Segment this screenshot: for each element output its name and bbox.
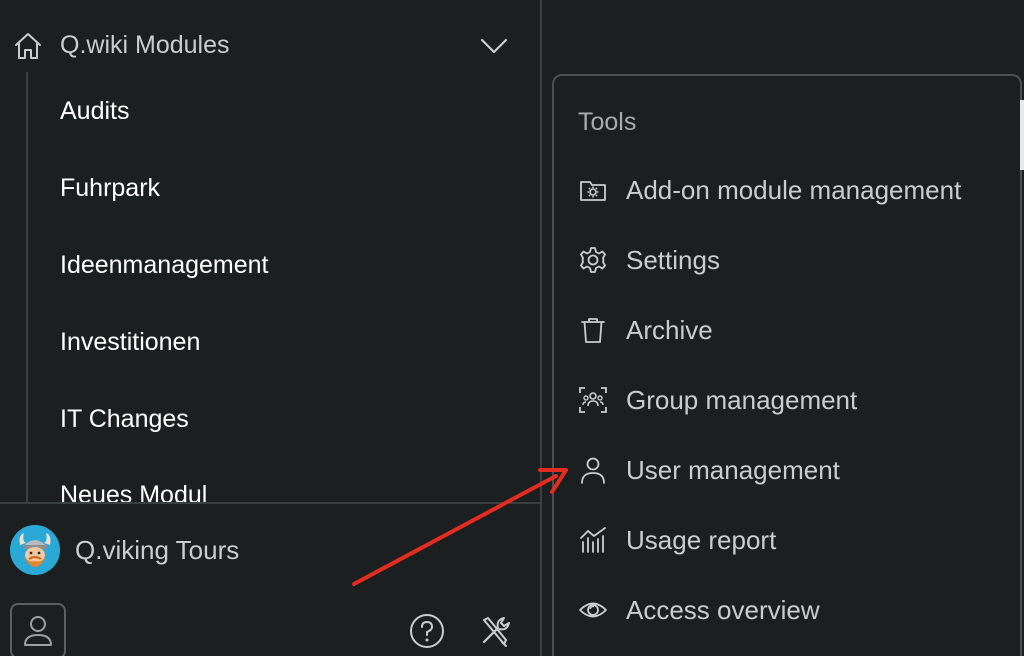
module-item-neues-modul[interactable]: Neues Modul: [60, 478, 207, 502]
gear-icon: [580, 247, 606, 273]
group-icon: [579, 387, 607, 413]
sidebar: Q.wiki Modules Audits Fuhrpark Ideenmana…: [0, 0, 540, 656]
trash-icon: [581, 318, 605, 343]
tools-icon[interactable]: [476, 612, 514, 650]
user-icon: [24, 616, 52, 646]
chart-icon: [580, 527, 606, 553]
module-item-ideenmanagement[interactable]: Ideenmanagement: [60, 248, 268, 282]
app-window: Q.wiki Modules Audits Fuhrpark Ideenmana…: [0, 0, 1024, 656]
workspace-switcher[interactable]: Q.viking Tours: [0, 520, 540, 582]
menu-item-archive[interactable]: Archive: [554, 303, 1020, 359]
menu-label: User management: [626, 455, 840, 485]
modules-header[interactable]: Q.wiki Modules: [0, 22, 540, 68]
menu-label: Usage report: [626, 525, 777, 555]
tools-menu-heading: Tools: [578, 108, 637, 136]
modules-title: Q.wiki Modules: [60, 31, 230, 59]
menu-item-add-on-module-management[interactable]: Add-on module management: [554, 163, 1020, 219]
home-icon: [15, 33, 41, 59]
module-item-investitionen[interactable]: Investitionen: [60, 325, 200, 359]
eye-icon: [579, 602, 607, 618]
module-list: Audits Fuhrpark Ideenmanagement Investit…: [0, 72, 540, 502]
module-item-it-changes[interactable]: IT Changes: [60, 402, 189, 436]
menu-item-access-overview[interactable]: Access overview: [554, 583, 1020, 639]
user-icon: [581, 457, 605, 484]
menu-label: Settings: [626, 245, 720, 275]
menu-item-settings[interactable]: Settings: [554, 233, 1020, 289]
menu-label: Access overview: [626, 595, 820, 625]
folder-gear-icon: [580, 181, 606, 201]
background-page-edge: [1020, 100, 1024, 170]
menu-item-user-management[interactable]: User management: [554, 443, 1020, 499]
help-icon[interactable]: [408, 612, 446, 650]
module-item-fuhrpark[interactable]: Fuhrpark: [60, 171, 160, 205]
user-profile-button[interactable]: [10, 603, 66, 656]
sidebar-vertical-divider: [540, 0, 542, 656]
module-item-audits[interactable]: Audits: [60, 94, 129, 128]
chevron-down-icon[interactable]: [478, 34, 510, 58]
menu-label: Add-on module management: [626, 175, 962, 205]
sidebar-divider: [0, 502, 540, 504]
tools-menu: Tools Add-on module management Settings: [552, 74, 1022, 656]
menu-item-group-management[interactable]: Group management: [554, 373, 1020, 429]
menu-label: Group management: [626, 385, 858, 415]
viking-avatar: [10, 525, 60, 575]
menu-label: Archive: [626, 315, 713, 345]
menu-item-usage-report[interactable]: Usage report: [554, 513, 1020, 569]
workspace-name: Q.viking Tours: [75, 535, 240, 565]
